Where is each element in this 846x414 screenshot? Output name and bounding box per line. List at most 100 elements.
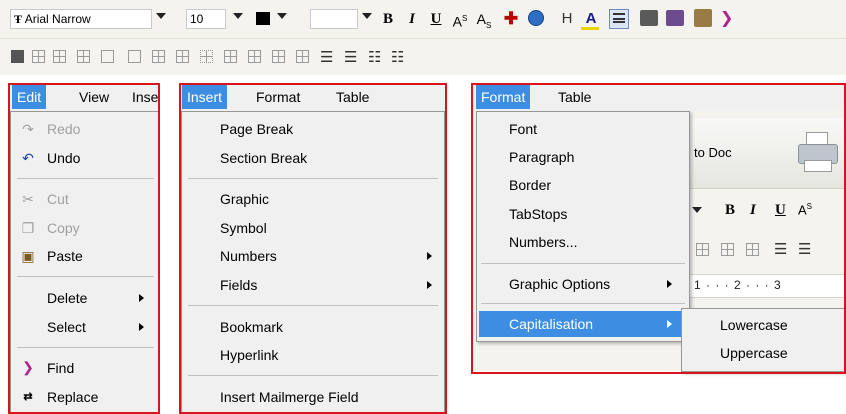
- table-insert-row-icon[interactable]: [224, 50, 237, 63]
- italic-button[interactable]: I: [401, 8, 423, 30]
- underline-button[interactable]: U: [775, 202, 786, 219]
- print-icon[interactable]: [640, 10, 658, 26]
- separator: [481, 303, 685, 304]
- bullets-icon[interactable]: ☰: [320, 48, 333, 66]
- table-insert-col-icon[interactable]: [248, 50, 261, 63]
- table-merge-icon[interactable]: [176, 50, 189, 63]
- menu-format[interactable]: Format: [251, 85, 305, 109]
- capitalisation-label: Capitalisation: [509, 316, 594, 332]
- bold-button[interactable]: B: [725, 202, 735, 219]
- menu-format[interactable]: Format: [476, 85, 531, 109]
- bold-button[interactable]: B: [377, 8, 399, 30]
- style-combo[interactable]: [310, 9, 358, 29]
- decrease-indent-icon[interactable]: ☷: [368, 48, 381, 66]
- menu-item-paste[interactable]: ▣ Paste: [11, 243, 158, 269]
- format-painter-icon[interactable]: ❯: [720, 10, 736, 26]
- italic-button[interactable]: I: [750, 202, 756, 219]
- justify-icon[interactable]: [609, 9, 629, 29]
- menu-item-delete[interactable]: Delete: [11, 285, 158, 311]
- bullets-icon[interactable]: ☰: [774, 240, 787, 258]
- menu-item-uppercase[interactable]: Uppercase: [682, 340, 844, 366]
- bookmark-label: Bookmark: [220, 319, 284, 335]
- panel3-menubar: Format Table: [473, 85, 845, 111]
- table-border-icon[interactable]: [101, 50, 114, 63]
- menu-item-copy[interactable]: ❐ Copy: [11, 215, 158, 241]
- superscript-button[interactable]: AS: [798, 202, 812, 217]
- table-grid-icon[interactable]: [32, 50, 45, 63]
- menu-item-select[interactable]: Select: [11, 314, 158, 340]
- menu-item-tabstops[interactable]: TabStops: [477, 201, 689, 227]
- superscript-letter: A: [452, 13, 462, 30]
- menu-item-graphic-options[interactable]: Graphic Options: [477, 271, 689, 297]
- panel2-menubar: Insert Format Table: [181, 85, 445, 111]
- menu-item-numbers[interactable]: Numbers: [182, 243, 444, 269]
- table-split-icon[interactable]: [152, 50, 165, 63]
- strikethrough-icon[interactable]: ✚: [500, 8, 522, 30]
- scissors-icon: ✂: [22, 191, 34, 207]
- menu-table[interactable]: Table: [331, 85, 374, 109]
- mailmerge-label: Insert Mailmerge Field: [220, 389, 359, 405]
- table-cells-icon[interactable]: [53, 50, 66, 63]
- numbering-icon[interactable]: ☰: [798, 240, 811, 258]
- menu-item-symbol[interactable]: Symbol: [182, 215, 444, 241]
- font-name-combo[interactable]: Ŧ Arial Narrow: [10, 9, 152, 29]
- print-preview-icon[interactable]: [666, 10, 684, 26]
- font-color-dropdown-arrow[interactable]: [277, 13, 287, 19]
- table-outline-icon[interactable]: [128, 50, 141, 63]
- menu-table[interactable]: Table: [553, 85, 596, 109]
- style-dropdown-arrow[interactable]: [362, 13, 372, 19]
- to-doc-button-area[interactable]: to Doc: [688, 118, 845, 189]
- superscript-mark: S: [806, 202, 813, 211]
- format-dropdown: Font Paragraph Border TabStops Numbers..…: [476, 111, 690, 342]
- subscript-button[interactable]: AS: [473, 8, 495, 30]
- table-hidden-icon[interactable]: [200, 50, 213, 63]
- menu-item-fields[interactable]: Fields: [182, 272, 444, 298]
- font-size-value: 10: [190, 12, 204, 26]
- menu-item-capitalisation[interactable]: Capitalisation: [479, 311, 687, 337]
- menu-item-graphic[interactable]: Graphic: [182, 186, 444, 212]
- superscript-button[interactable]: AS: [449, 8, 471, 30]
- menu-item-undo[interactable]: ↶ Undo: [11, 145, 158, 171]
- menu-item-font[interactable]: Font: [477, 116, 689, 142]
- underline-button[interactable]: U: [425, 8, 447, 30]
- clipboard-icon[interactable]: [694, 9, 712, 27]
- menu-item-find[interactable]: ❯ Find: [11, 355, 158, 381]
- menu-item-replace[interactable]: ⇄ Replace: [11, 384, 158, 410]
- menu-insert[interactable]: Insert: [182, 85, 228, 109]
- table-rows-icon[interactable]: [77, 50, 90, 63]
- redo-icon: ↷: [22, 121, 34, 137]
- separator: [188, 375, 438, 376]
- menu-item-section-break[interactable]: Section Break: [182, 145, 444, 171]
- highlight-color-bar: [581, 27, 599, 30]
- menu-item-page-break[interactable]: Page Break: [182, 116, 444, 142]
- menu-item-lowercase[interactable]: Lowercase: [682, 312, 844, 338]
- table-grid-icon[interactable]: [721, 243, 734, 256]
- increase-indent-icon[interactable]: ☷: [391, 48, 404, 66]
- menu-edit[interactable]: Edit: [12, 85, 47, 109]
- style-dropdown-arrow[interactable]: [692, 207, 702, 213]
- table-delete-col-icon[interactable]: [296, 50, 309, 63]
- font-size-dropdown-arrow[interactable]: [233, 13, 243, 19]
- table-delete-row-icon[interactable]: [272, 50, 285, 63]
- submenu-arrow-icon: [667, 320, 672, 328]
- globe-icon[interactable]: [528, 10, 544, 26]
- menu-insert-cut[interactable]: Inse: [127, 85, 163, 109]
- table-grid-icon[interactable]: [696, 243, 709, 256]
- font-name-dropdown-arrow[interactable]: [156, 13, 166, 19]
- menu-item-bookmark[interactable]: Bookmark: [182, 314, 444, 340]
- menu-view[interactable]: View: [74, 85, 114, 109]
- insert-table-icon[interactable]: [11, 50, 24, 63]
- numbering-icon[interactable]: ☰: [344, 48, 357, 66]
- menu-item-insert-mailmerge-field[interactable]: Insert Mailmerge Field: [182, 384, 444, 410]
- menu-item-cut[interactable]: ✂ Cut: [11, 186, 158, 212]
- highlight-h-button[interactable]: H: [556, 8, 578, 30]
- menu-item-hyperlink[interactable]: Hyperlink: [182, 342, 444, 368]
- table-grid-icon[interactable]: [746, 243, 759, 256]
- menu-item-paragraph[interactable]: Paragraph: [477, 144, 689, 170]
- menu-item-numbers[interactable]: Numbers...: [477, 229, 689, 255]
- font-color-swatch[interactable]: [256, 12, 270, 25]
- font-size-combo[interactable]: 10: [186, 9, 226, 29]
- menu-item-border[interactable]: Border: [477, 172, 689, 198]
- menu-item-redo[interactable]: ↷ Redo: [11, 116, 158, 142]
- page-break-label: Page Break: [220, 121, 294, 137]
